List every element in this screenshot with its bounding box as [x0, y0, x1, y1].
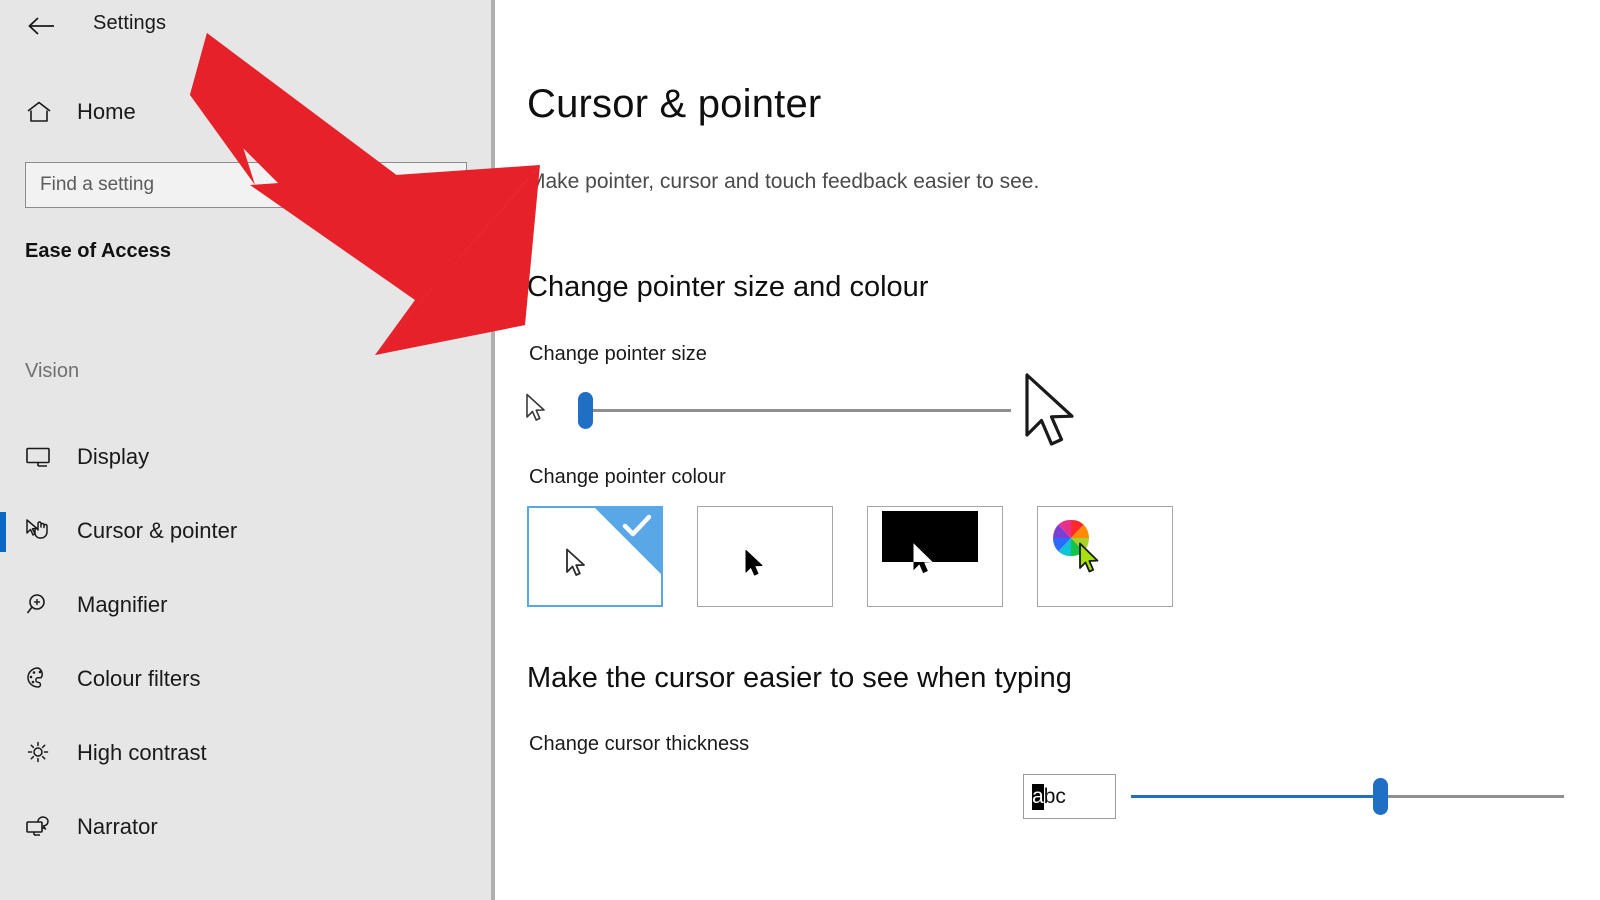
slider-thumb[interactable]	[578, 392, 593, 429]
sidebar-item-cursor-and-pointer[interactable]: Cursor & pointer	[0, 494, 489, 568]
home-icon	[22, 100, 56, 124]
swatch-white-pointer[interactable]	[527, 506, 663, 607]
brightness-sun-icon	[22, 740, 56, 766]
white-pointer-icon	[565, 548, 591, 585]
swatch-custom-colour-pointer[interactable]	[1037, 506, 1173, 607]
back-button[interactable]	[22, 7, 62, 45]
small-pointer-preview-icon	[525, 393, 551, 430]
label-change-cursor-thickness: Change cursor thickness	[529, 733, 750, 755]
sidebar-item-magnifier[interactable]: Magnifier	[0, 568, 489, 642]
cursor-hand-icon	[22, 518, 56, 544]
pointer-colour-swatches	[527, 506, 1173, 607]
sidebar-item-label: Display	[77, 444, 150, 469]
back-arrow-icon	[28, 17, 54, 35]
main-content: Cursor & pointer Make pointer, cursor an…	[495, 0, 1600, 900]
search-input[interactable]	[26, 163, 418, 207]
sidebar: Settings Home Ease of Access Vision	[0, 0, 489, 900]
slider-thumb[interactable]	[1373, 778, 1388, 815]
home-label: Home	[77, 99, 136, 124]
swatch-black-pointer[interactable]	[697, 506, 833, 607]
check-icon	[622, 514, 652, 543]
sidebar-item-display[interactable]: Display	[0, 420, 489, 494]
sidebar-group-vision: Vision	[25, 360, 80, 382]
label-change-pointer-colour: Change pointer colour	[529, 466, 726, 488]
page-subtitle: Make pointer, cursor and touch feedback …	[528, 170, 1040, 193]
sidebar-item-narrator[interactable]: Narrator	[0, 790, 489, 864]
custom-colour-pointer-icon	[1078, 542, 1106, 583]
section-heading-typing: Make the cursor easier to see when typin…	[527, 662, 1072, 694]
inverted-pointer-icon	[912, 543, 938, 586]
label-change-pointer-size: Change pointer size	[529, 343, 707, 365]
settings-window: Settings Home Ease of Access Vision	[0, 0, 1600, 900]
selection-indicator	[0, 512, 6, 552]
sidebar-item-home[interactable]: Home	[0, 90, 460, 134]
sidebar-edge	[489, 0, 491, 900]
sidebar-nav: Display Cursor & pointer Magnifier Colou…	[0, 420, 489, 864]
slider-track-filled	[1131, 795, 1381, 798]
search-box[interactable]	[25, 162, 467, 208]
large-pointer-preview-icon	[1023, 372, 1089, 459]
preview-text: abc	[1032, 783, 1066, 810]
black-pointer-icon	[744, 549, 768, 584]
sidebar-item-label: High contrast	[77, 740, 207, 765]
cursor-thickness-preview: abc	[1023, 774, 1116, 819]
window-title: Settings	[93, 12, 167, 34]
sidebar-item-label: Magnifier	[77, 592, 168, 617]
pointer-size-slider[interactable]	[495, 373, 1115, 470]
sidebar-item-label: Cursor & pointer	[77, 518, 238, 543]
sidebar-item-colour-filters[interactable]: Colour filters	[0, 642, 489, 716]
slider-track	[583, 409, 1011, 412]
title-bar: Settings	[0, 0, 489, 52]
sidebar-item-high-contrast[interactable]: High contrast	[0, 716, 489, 790]
sidebar-item-label: Colour filters	[77, 666, 201, 691]
magnifier-plus-icon	[22, 592, 56, 618]
monitor-icon	[22, 445, 56, 469]
sidebar-item-label: Narrator	[77, 814, 158, 839]
search-icon[interactable]	[418, 173, 466, 197]
sidebar-category-title: Ease of Access	[25, 240, 172, 262]
narrator-speech-icon	[22, 814, 56, 840]
page-title: Cursor & pointer	[527, 82, 822, 126]
palette-icon	[22, 666, 56, 692]
preview-rest-text: bc	[1043, 784, 1066, 808]
section-heading-pointer: Change pointer size and colour	[527, 271, 929, 303]
cursor-thickness-slider[interactable]	[1131, 774, 1571, 820]
swatch-inverted-pointer[interactable]	[867, 506, 1003, 607]
preview-highlighted-char: a	[1032, 783, 1044, 810]
